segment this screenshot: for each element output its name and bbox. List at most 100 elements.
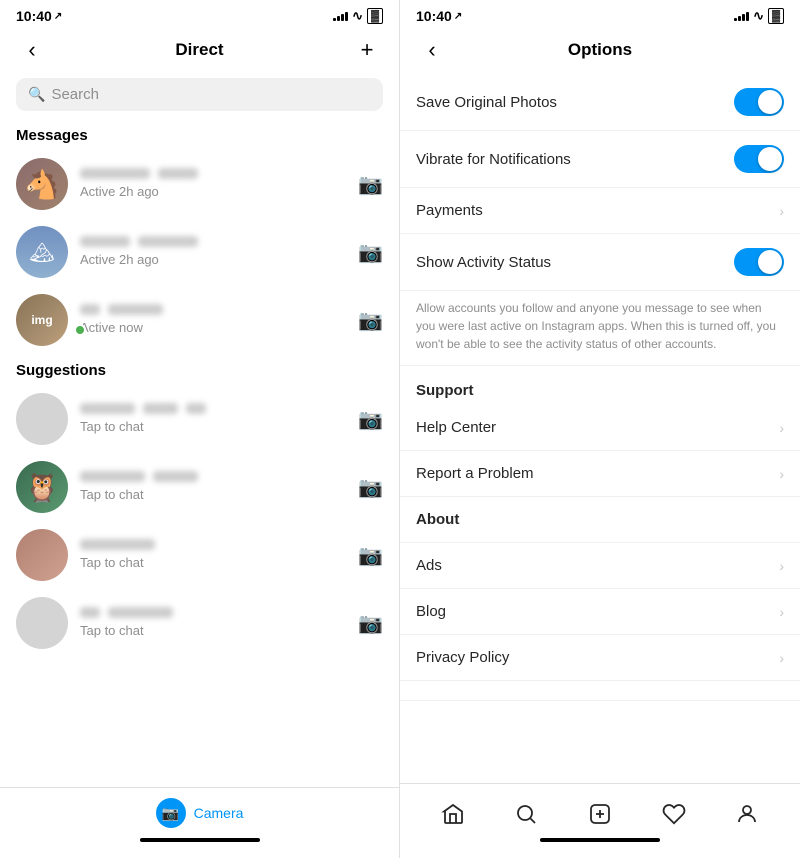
message-item[interactable]: 🐴 Active 2h ago 📷 (0, 150, 399, 218)
blog-row[interactable]: Blog › (400, 589, 800, 635)
username-blur (80, 607, 100, 618)
wifi-icon-left: ∿ (352, 8, 363, 24)
search-container: 🔍 Search (0, 74, 399, 119)
nav-title-direct: Direct (175, 40, 223, 60)
save-photos-label: Save Original Photos (416, 94, 557, 111)
home-indicator-right (540, 838, 660, 842)
privacy-policy-row[interactable]: Privacy Policy › (400, 635, 800, 681)
add-button[interactable]: + (351, 34, 383, 66)
home-indicator-left (140, 838, 260, 842)
message-status: Active 2h ago (80, 184, 159, 199)
username-blur (158, 168, 198, 179)
camera-button[interactable]: 📷 (358, 308, 383, 333)
heart-nav-button[interactable] (652, 798, 696, 830)
suggestion-info: Tap to chat (80, 403, 346, 436)
suggestion-item[interactable]: 🦉 Tap to chat 📷 (0, 453, 399, 521)
avatar (16, 597, 68, 649)
search-nav-button[interactable] (504, 798, 548, 830)
chevron-icon: › (779, 650, 784, 666)
username-blur (80, 539, 155, 550)
battery-icon-right: ▓ (768, 8, 784, 24)
username-blur (80, 471, 145, 482)
camera-button[interactable]: 📷 (358, 240, 383, 265)
avatar (16, 529, 68, 581)
bottom-bar-left: 📷 Camera (0, 787, 399, 858)
save-photos-toggle[interactable] (734, 88, 784, 116)
username-blur (80, 236, 130, 247)
chevron-icon: › (779, 203, 784, 219)
back-button-left[interactable]: ‹ (16, 34, 48, 66)
time-display-right: 10:40 (416, 8, 452, 24)
camera-button[interactable]: 📷 (358, 543, 383, 568)
bottom-nav-icons (400, 790, 800, 834)
avatar: 🏔 (16, 226, 68, 278)
back-button-right[interactable]: ‹ (416, 34, 448, 66)
suggestion-status: Tap to chat (80, 555, 144, 570)
suggestion-status: Tap to chat (80, 487, 144, 502)
messages-section-header: Messages (0, 119, 399, 150)
about-section-title: About (400, 497, 800, 543)
profile-nav-button[interactable] (725, 798, 769, 830)
vibrate-row[interactable]: Vibrate for Notifications (400, 131, 800, 188)
suggestion-info: Tap to chat (80, 539, 346, 572)
nav-bar-right: ‹ Options (400, 30, 800, 74)
status-icons-right: ∿ ▓ (734, 8, 784, 24)
camera-button[interactable]: 📷 (358, 475, 383, 500)
suggestions-section-header: Suggestions (0, 354, 399, 385)
status-bar-right: 10:40 ↗ ∿ ▓ (400, 0, 800, 30)
search-icon: 🔍 (28, 86, 45, 103)
show-activity-label: Show Activity Status (416, 254, 551, 271)
message-item[interactable]: img Active now 📷 (0, 286, 399, 354)
message-item[interactable]: 🏔 Active 2h ago 📷 (0, 218, 399, 286)
location-arrow-right: ↗ (454, 11, 462, 22)
username-blur (186, 403, 206, 414)
privacy-policy-label: Privacy Policy (416, 649, 509, 666)
nav-bar-left: ‹ Direct + (0, 30, 399, 74)
camera-button[interactable]: 📷 (358, 407, 383, 432)
chevron-icon: › (779, 604, 784, 620)
help-center-row[interactable]: Help Center › (400, 405, 800, 451)
camera-button[interactable]: 📷 (358, 611, 383, 636)
suggestion-status: Tap to chat (80, 623, 144, 638)
add-nav-button[interactable] (578, 798, 622, 830)
options-content: Save Original Photos Vibrate for Notific… (400, 74, 800, 783)
vibrate-toggle[interactable] (734, 145, 784, 173)
camera-button[interactable]: 📷 (358, 172, 383, 197)
payments-row[interactable]: Payments › (400, 188, 800, 234)
report-problem-row[interactable]: Report a Problem › (400, 451, 800, 497)
ads-row[interactable]: Ads › (400, 543, 800, 589)
username-blur (80, 168, 150, 179)
avatar: 🐴 (16, 158, 68, 210)
camera-bottom-button[interactable]: 📷 Camera (156, 798, 244, 828)
camera-icon-blue: 📷 (156, 798, 186, 828)
direct-messages-panel: 10:40 ↗ ∿ ▓ ‹ Direct + 🔍 Search Messa (0, 0, 400, 858)
avatar: img (16, 294, 68, 346)
blog-label: Blog (416, 603, 446, 620)
report-problem-label: Report a Problem (416, 465, 534, 482)
active-indicator (74, 324, 86, 336)
payments-label: Payments (416, 202, 483, 219)
suggestion-item[interactable]: Tap to chat 📷 (0, 589, 399, 657)
show-activity-toggle[interactable] (734, 248, 784, 276)
suggestion-item[interactable]: Tap to chat 📷 (0, 521, 399, 589)
nav-title-options: Options (568, 40, 632, 60)
time-right: 10:40 ↗ (416, 8, 462, 24)
camera-label: Camera (194, 805, 244, 821)
battery-icon-left: ▓ (367, 8, 383, 24)
time-display-left: 10:40 (16, 8, 52, 24)
chevron-icon: › (779, 558, 784, 574)
suggestion-item[interactable]: Tap to chat 📷 (0, 385, 399, 453)
message-info: Active 2h ago (80, 168, 346, 201)
wifi-icon-right: ∿ (753, 8, 764, 24)
search-box[interactable]: 🔍 Search (16, 78, 383, 111)
status-icons-left: ∿ ▓ (333, 8, 383, 24)
username-blur (80, 304, 100, 315)
username-blur (80, 403, 135, 414)
home-nav-button[interactable] (431, 798, 475, 830)
save-photos-row[interactable]: Save Original Photos (400, 74, 800, 131)
chevron-icon: › (779, 466, 784, 482)
signal-icon-left (333, 12, 348, 21)
show-activity-row[interactable]: Show Activity Status (400, 234, 800, 291)
suggestion-status: Tap to chat (80, 419, 144, 434)
activity-description: Allow accounts you follow and anyone you… (400, 291, 800, 366)
